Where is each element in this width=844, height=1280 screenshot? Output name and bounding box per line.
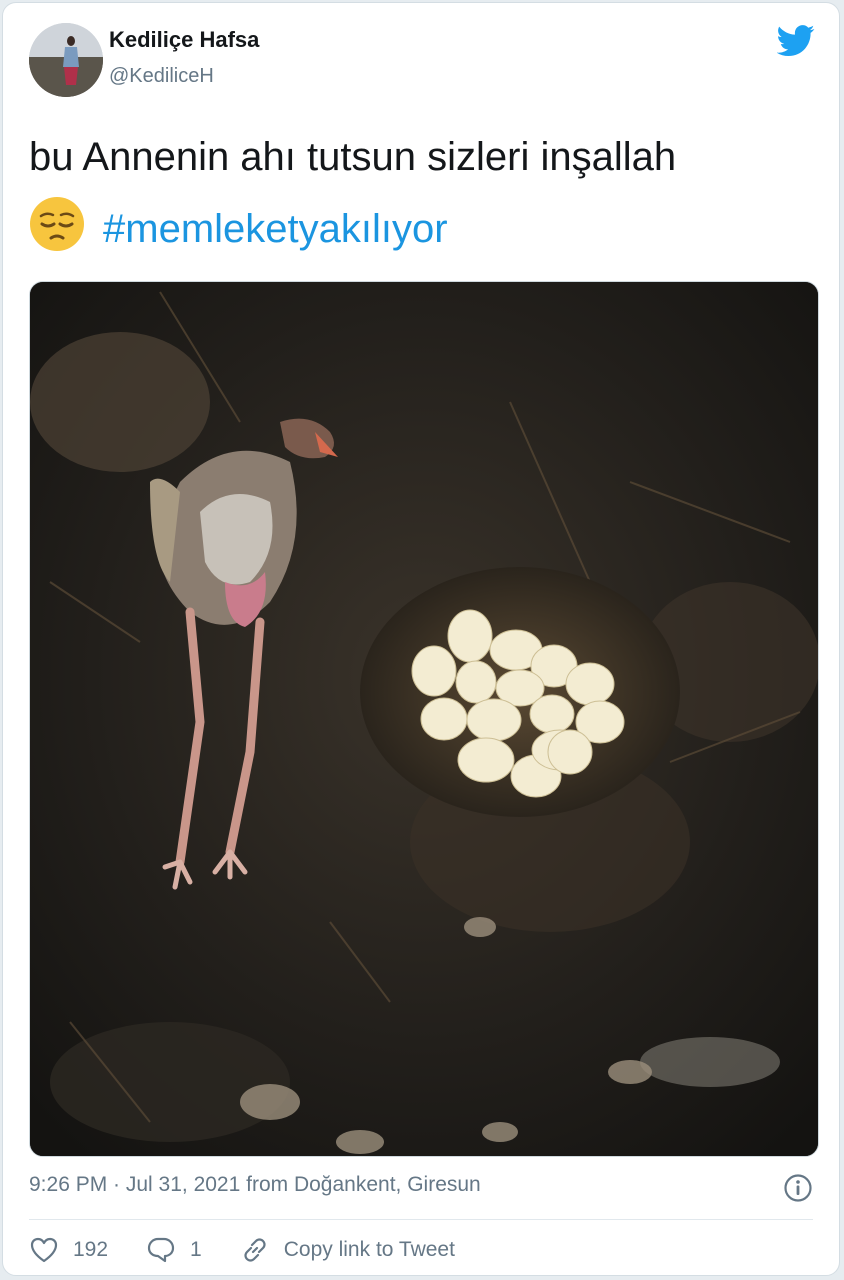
twitter-bird-icon[interactable] — [777, 25, 815, 57]
tweet-actions: 192 1 Copy link to Tweet — [29, 1233, 493, 1267]
author-handle[interactable]: @KediliceH — [109, 65, 214, 88]
reply-count: 1 — [190, 1238, 202, 1261]
tweet-photo[interactable] — [29, 281, 819, 1157]
tweet-text: bu Annenin ahı tutsun sizleri inşallah #… — [29, 121, 819, 265]
tweet-text-line: bu Annenin ahı tutsun sizleri inşallah — [29, 135, 677, 179]
like-count: 192 — [73, 1238, 109, 1261]
avatar[interactable] — [29, 23, 103, 97]
author-display-name[interactable]: Kediliçe Hafsa — [109, 27, 259, 53]
reply-button[interactable]: 1 — [146, 1235, 202, 1265]
divider — [29, 1219, 813, 1220]
copy-link-button[interactable]: Copy link to Tweet — [240, 1235, 455, 1265]
hashtag-link[interactable]: #memleketyakılıyor — [103, 207, 448, 251]
link-icon — [244, 1238, 266, 1262]
reply-icon — [147, 1237, 175, 1263]
like-button[interactable]: 192 — [29, 1235, 108, 1265]
tweet-text-second-line: #memleketyakılıyor — [29, 193, 819, 265]
tweet-timestamp[interactable]: 9:26 PM · Jul 31, 2021 from Doğankent, G… — [29, 1173, 481, 1197]
info-icon[interactable] — [783, 1173, 813, 1203]
pensive-face-icon — [30, 197, 84, 251]
copy-link-label: Copy link to Tweet — [283, 1238, 455, 1261]
tweet-card: Kediliçe Hafsa @KediliceH bu Annenin ahı… — [2, 2, 840, 1276]
heart-icon — [30, 1237, 58, 1263]
